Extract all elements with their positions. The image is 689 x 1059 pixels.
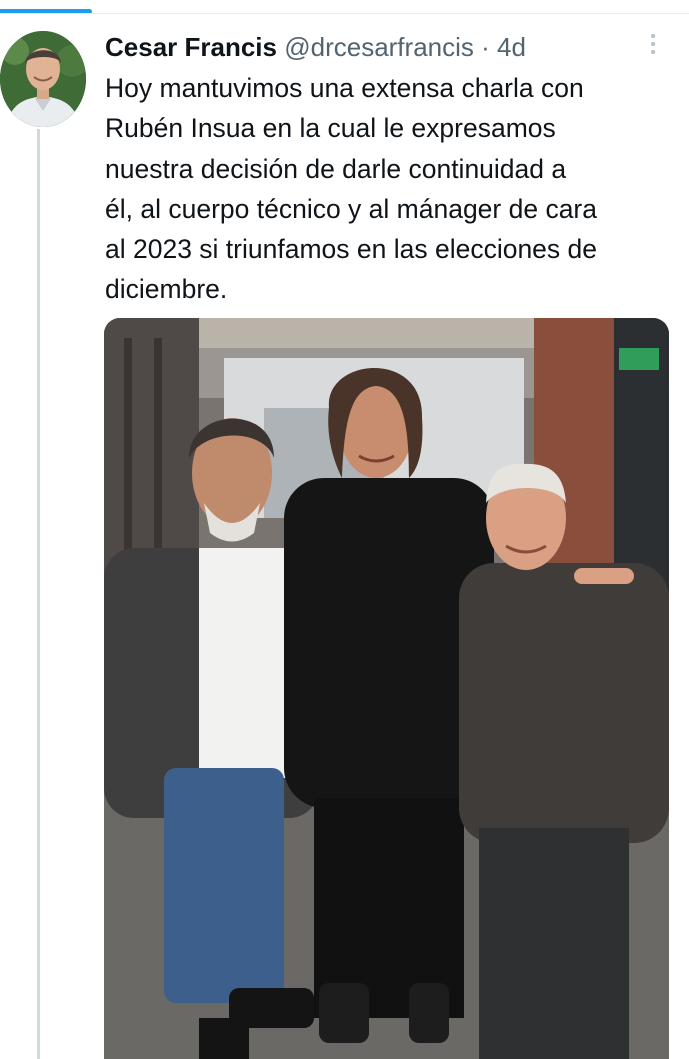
photo-image (104, 318, 669, 1059)
top-divider (0, 13, 689, 14)
avatar[interactable] (0, 31, 86, 127)
tweet-photo[interactable] (104, 318, 669, 1059)
more-vertical-icon[interactable] (646, 34, 660, 60)
author-handle[interactable]: @drcesarfrancis (284, 32, 474, 62)
author-name[interactable]: Cesar Francis (105, 32, 277, 62)
tweet-timestamp[interactable]: 4d (497, 32, 526, 62)
tweet-text: Hoy mantuvimos una extensa charla con Ru… (105, 73, 598, 305)
separator-dot: · (481, 32, 490, 62)
avatar-image (0, 31, 86, 127)
tweet-header: Cesar Francis @drcesarfrancis · 4d (105, 30, 526, 64)
thread-line (37, 129, 40, 1059)
